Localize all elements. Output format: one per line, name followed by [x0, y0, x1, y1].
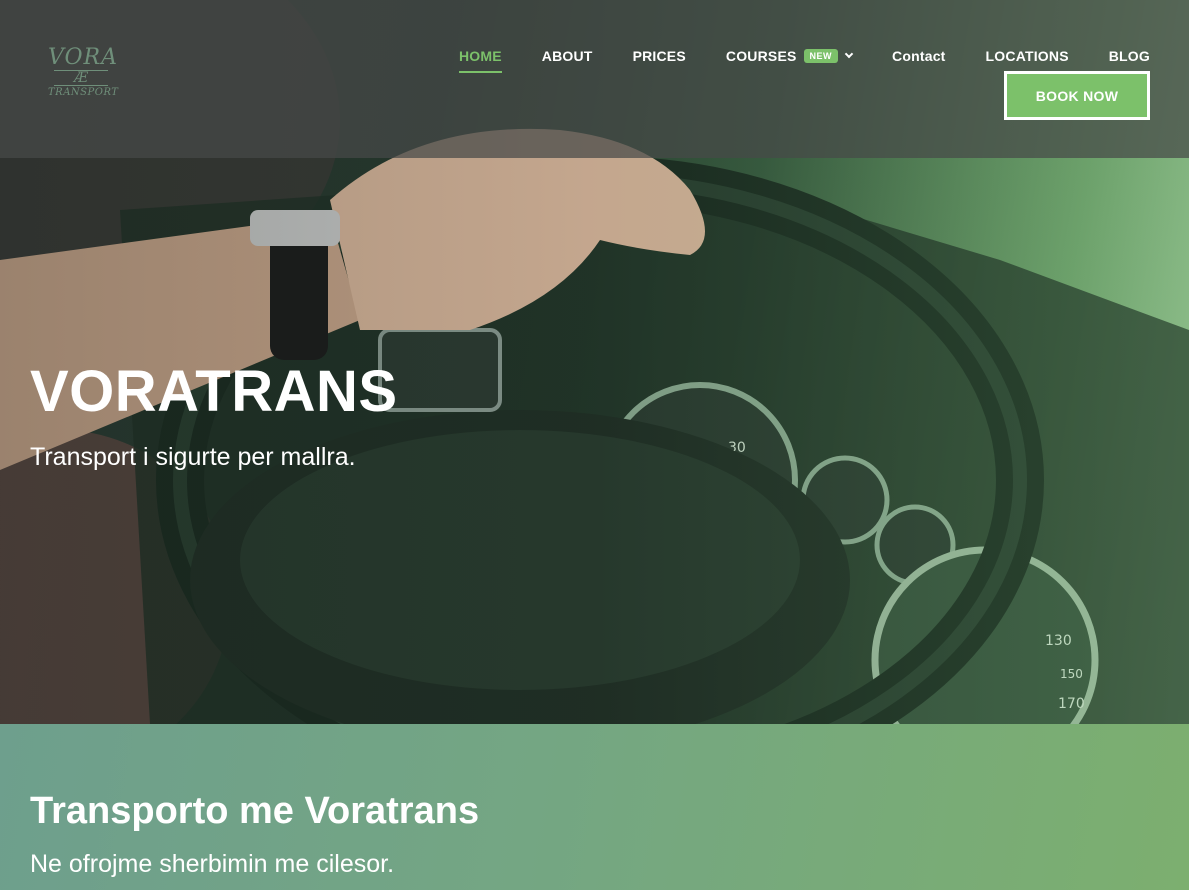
logo-text: VORA [48, 45, 118, 70]
new-badge: NEW [803, 49, 839, 63]
nav-label: BLOG [1108, 48, 1150, 64]
book-now-button[interactable]: BOOK NOW [1004, 71, 1150, 120]
nav-label: PRICES [632, 48, 686, 64]
logo-mark: Æ [54, 70, 108, 86]
nav-item-blog[interactable]: BLOG [1109, 48, 1150, 64]
nav-label: COURSES [725, 48, 797, 64]
nav-item-courses[interactable]: COURSES NEW [725, 48, 854, 64]
nav-label: LOCATIONS [985, 48, 1069, 64]
logo-subtext: TRANSPORT [48, 87, 119, 98]
nav-label: HOME [458, 48, 502, 64]
section-title: Transporto me Voratrans [30, 790, 480, 832]
nav-item-home[interactable]: HOME [458, 48, 502, 73]
chevron-down-icon[interactable] [844, 49, 854, 59]
main-nav: HOME ABOUT PRICES COURSES NEW Contact LO… [419, 45, 1150, 73]
nav-label: Contact [892, 48, 946, 64]
nav-item-locations[interactable]: LOCATIONS [986, 48, 1069, 64]
nav-item-prices[interactable]: PRICES [633, 48, 686, 64]
section-subtitle: Ne ofrojme sherbimin me cilesor. [30, 850, 395, 878]
intro-section: Transporto me Voratrans Ne ofrojme sherb… [0, 724, 1189, 890]
site-header: VORA Æ TRANSPORT HOME ABOUT PRICES COURS… [0, 0, 1189, 158]
hero-subtitle: Transport i sigurte per mallra. [30, 443, 356, 471]
site-logo[interactable]: VORA Æ TRANSPORT [48, 45, 119, 104]
nav-item-contact[interactable]: Contact [892, 48, 946, 64]
nav-label: ABOUT [541, 48, 593, 64]
hero-title: VORATRANS [30, 359, 398, 424]
nav-item-about[interactable]: ABOUT [542, 48, 593, 64]
